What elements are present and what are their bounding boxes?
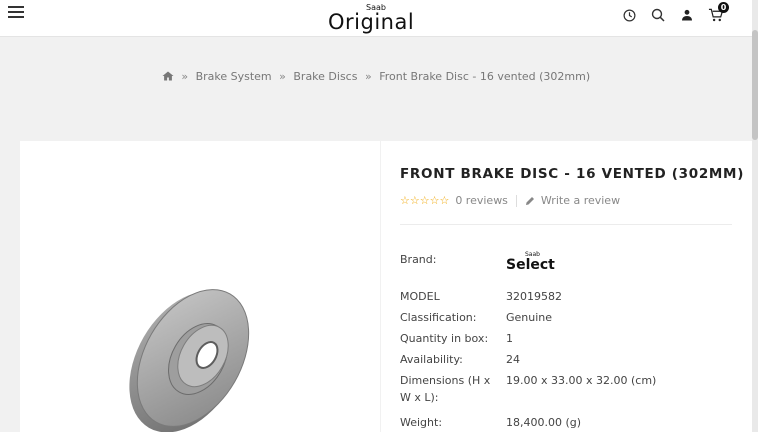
- brand-logo[interactable]: Select Saab: [506, 251, 556, 273]
- user-icon[interactable]: [679, 7, 695, 23]
- product-title: FRONT BRAKE DISC - 16 VENTED (302MM): [400, 166, 745, 182]
- rating-stars[interactable]: ☆☆☆☆☆: [400, 194, 449, 207]
- logo-main-text: Original: [328, 10, 415, 34]
- scrollbar-thumb[interactable]: [752, 30, 758, 140]
- spec-value: Genuine: [506, 311, 553, 324]
- cart-icon[interactable]: 0: [708, 2, 729, 23]
- spec-value: 1: [506, 332, 513, 345]
- brand-logo-main-text: Select: [506, 257, 555, 273]
- spec-row-brand: Brand: Select Saab: [400, 251, 740, 275]
- spec-label: Dimensions (H x W x L):: [400, 374, 491, 404]
- rating-row: ☆☆☆☆☆ 0 reviews Write a review: [400, 194, 620, 207]
- spec-row-classification: Classification: Genuine: [400, 309, 740, 327]
- clock-icon[interactable]: [621, 7, 637, 23]
- product-image-panel: [20, 141, 380, 432]
- spec-row-quantity: Quantity in box: 1: [400, 330, 740, 348]
- write-review-label: Write a review: [540, 194, 621, 207]
- breadcrumb-separator: »: [181, 70, 189, 83]
- spec-value: 19.00 x 33.00 x 32.00 (cm): [506, 374, 657, 387]
- hamburger-menu-icon[interactable]: [8, 6, 24, 20]
- home-icon[interactable]: [162, 71, 174, 84]
- spec-row-dimensions: Dimensions (H x W x L): 19.00 x 33.00 x …: [400, 372, 740, 408]
- write-review-link[interactable]: Write a review: [525, 194, 620, 207]
- logo-small-text: Saab: [366, 3, 386, 12]
- page-scrollbar[interactable]: [752, 0, 758, 432]
- rating-divider: [515, 194, 517, 207]
- spec-value: 18,400.00 (g): [506, 416, 582, 429]
- spec-label: Quantity in box:: [400, 332, 489, 345]
- breadcrumb-link-brake-system[interactable]: Brake System: [196, 70, 272, 83]
- spec-row-model: MODEL 32019582: [400, 288, 740, 306]
- reviews-link[interactable]: 0 reviews: [455, 194, 508, 207]
- search-icon[interactable]: [650, 7, 666, 23]
- site-header: Original Saab 0: [0, 0, 752, 37]
- breadcrumb-current-page[interactable]: Front Brake Disc - 16 vented (302mm): [379, 70, 590, 83]
- spec-row-weight: Weight: 18,400.00 (g): [400, 414, 740, 432]
- pencil-icon: [525, 196, 534, 205]
- spec-label: Classification:: [400, 311, 477, 324]
- spec-label: MODEL: [400, 290, 440, 303]
- breadcrumb-separator: »: [364, 70, 372, 83]
- breadcrumb-separator: »: [279, 70, 286, 83]
- spec-value: 32019582: [506, 290, 562, 303]
- divider: [400, 224, 732, 225]
- cart-count-badge: 0: [718, 2, 729, 13]
- header-actions: 0: [621, 2, 729, 26]
- brand-logo-small-text: Saab: [525, 251, 540, 258]
- breadcrumb: » Brake System » Brake Discs » Front Bra…: [0, 70, 752, 84]
- site-logo[interactable]: Original Saab: [328, 2, 438, 34]
- breadcrumb-link-brake-discs[interactable]: Brake Discs: [293, 70, 357, 83]
- spec-label: Availability:: [400, 353, 463, 366]
- spec-label: Weight:: [400, 416, 443, 429]
- brake-disc-image[interactable]: [115, 276, 275, 432]
- product-info-panel: FRONT BRAKE DISC - 16 VENTED (302MM) ☆☆☆…: [381, 141, 752, 432]
- spec-label: Brand:: [400, 253, 437, 266]
- spec-value: 24: [506, 353, 520, 366]
- spec-row-availability: Availability: 24: [400, 351, 740, 369]
